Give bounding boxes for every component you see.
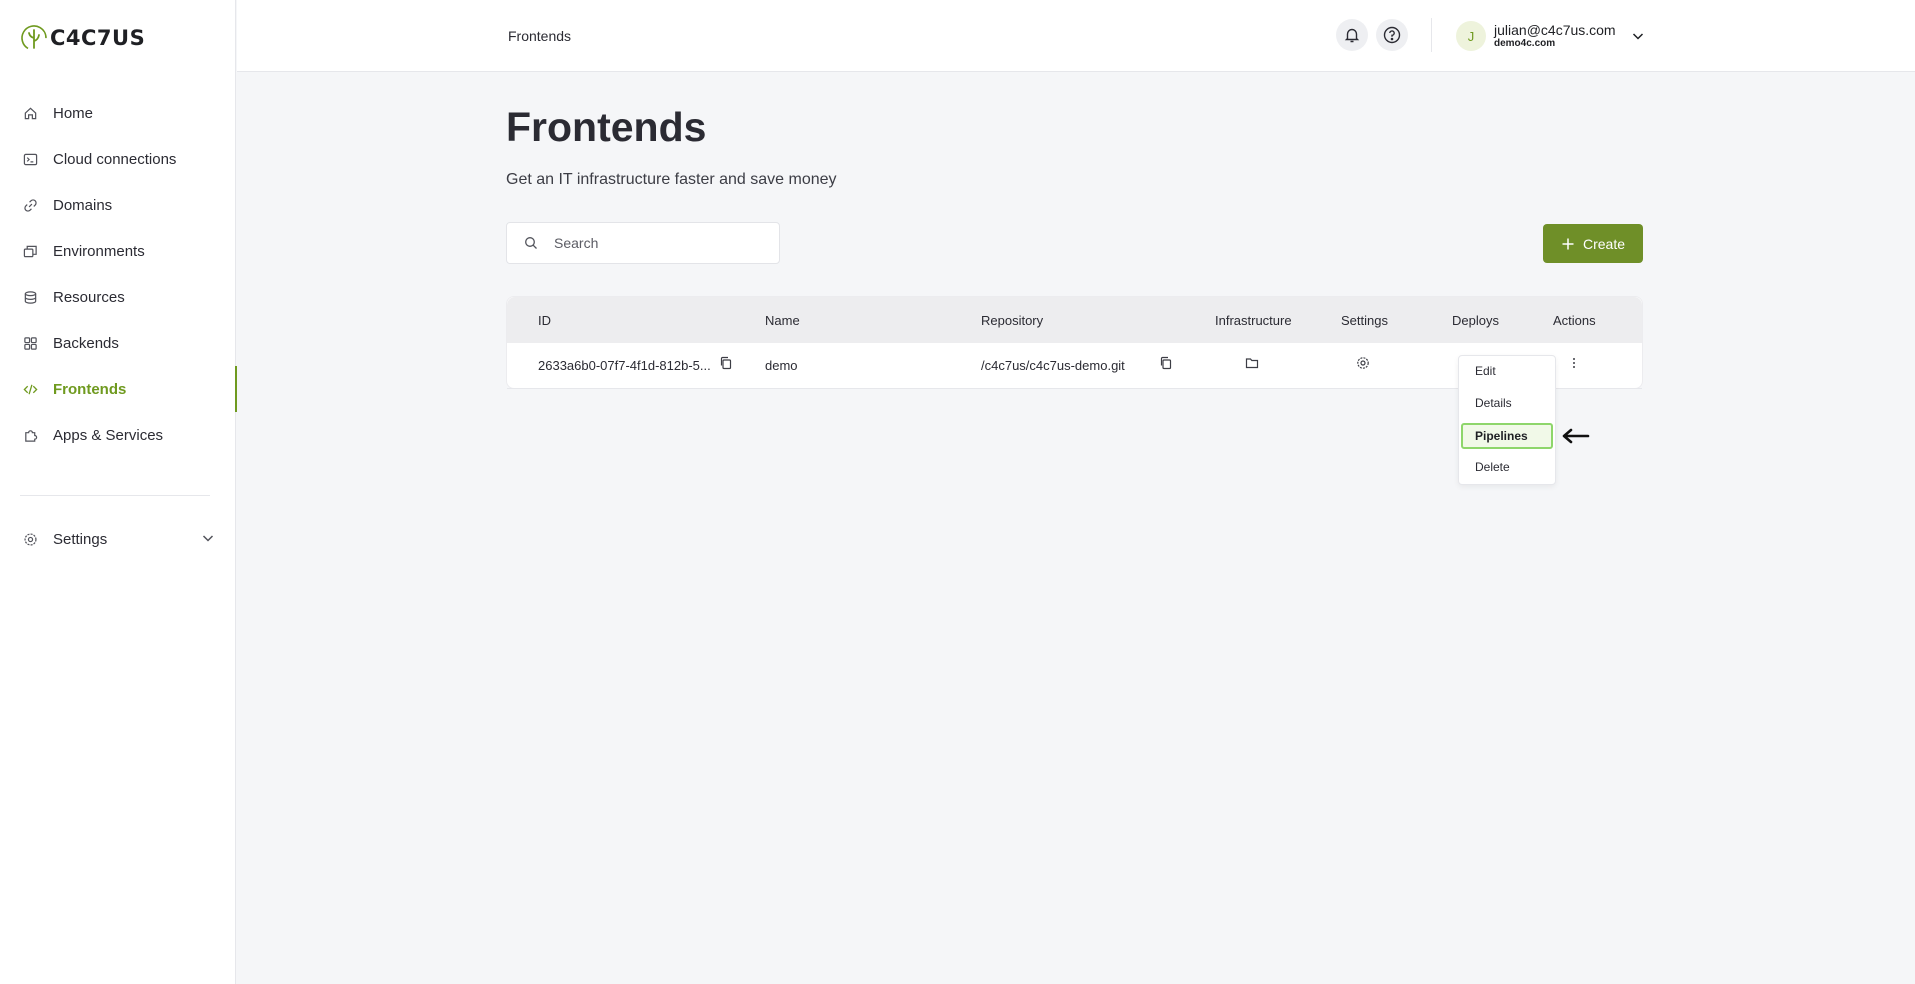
search-icon xyxy=(525,237,537,249)
menu-item-pipelines[interactable]: Pipelines xyxy=(1461,423,1553,449)
home-icon xyxy=(22,105,38,121)
menu-item-details[interactable]: Details xyxy=(1475,396,1512,410)
database-icon xyxy=(22,289,38,305)
column-header-deploys: Deploys xyxy=(1452,313,1499,328)
sidebar-item-resources[interactable]: Resources xyxy=(0,274,236,320)
user-email[interactable]: julian@c4c7us.com xyxy=(1494,22,1616,38)
notifications-button[interactable] xyxy=(1336,19,1368,51)
row-name: demo xyxy=(765,358,798,373)
chevron-down-icon[interactable] xyxy=(1630,28,1646,44)
top-bar: Frontends J julian@c4c7us.com demo4c.com xyxy=(237,0,1915,72)
column-header-id: ID xyxy=(538,313,551,328)
bell-icon xyxy=(1344,28,1360,43)
sidebar-item-frontends[interactable]: Frontends xyxy=(0,366,237,412)
menu-item-edit[interactable]: Edit xyxy=(1475,364,1496,378)
gear-icon[interactable] xyxy=(1355,355,1371,371)
puzzle-icon xyxy=(22,427,38,443)
cactus-logo-icon xyxy=(21,25,47,51)
page-title: Frontends xyxy=(506,104,707,150)
pointer-arrow-icon xyxy=(1562,428,1590,444)
more-vertical-icon[interactable] xyxy=(1566,355,1582,371)
code-icon xyxy=(22,381,38,397)
sidebar-item-environments[interactable]: Environments xyxy=(0,228,236,274)
column-header-actions: Actions xyxy=(1553,313,1596,328)
layers-icon xyxy=(22,243,38,259)
row-id: 2633a6b0-07f7-4f1d-812b-5... xyxy=(538,358,711,373)
sidebar-item-label: Frontends xyxy=(53,380,127,398)
sidebar-item-label: Resources xyxy=(53,288,125,306)
sidebar-divider xyxy=(20,495,210,496)
grid-icon xyxy=(22,335,38,351)
sidebar-item-label: Cloud connections xyxy=(53,150,177,168)
create-button-label: Create xyxy=(1582,235,1626,252)
search-box[interactable] xyxy=(506,222,780,264)
plus-icon xyxy=(1562,238,1574,249)
sidebar-nav: Home Cloud connections Domains Environme… xyxy=(0,90,237,458)
gear-icon xyxy=(22,531,38,547)
sidebar-item-home[interactable]: Home xyxy=(0,90,236,136)
sidebar-item-cloud-connections[interactable]: Cloud connections xyxy=(0,136,236,182)
page-subtitle: Get an IT infrastructure faster and save… xyxy=(506,171,837,188)
actions-dropdown-menu: Edit Details Pipelines Delete xyxy=(1458,355,1556,485)
sidebar-item-domains[interactable]: Domains xyxy=(0,182,236,228)
sidebar: C4C7US Home Cloud connections Domains En… xyxy=(0,0,237,984)
user-org: demo4c.com xyxy=(1494,38,1556,49)
column-header-infrastructure: Infrastructure xyxy=(1215,313,1292,328)
chevron-down-icon[interactable] xyxy=(200,530,216,546)
sidebar-item-apps-services[interactable]: Apps & Services xyxy=(0,412,236,458)
column-header-name: Name xyxy=(765,313,800,328)
topbar-divider xyxy=(1431,18,1432,52)
brand-name: C4C7US xyxy=(50,26,146,50)
menu-item-delete[interactable]: Delete xyxy=(1475,460,1510,474)
column-header-settings: Settings xyxy=(1341,313,1388,328)
avatar[interactable]: J xyxy=(1456,21,1486,51)
copy-repository-icon[interactable] xyxy=(1158,355,1174,371)
sidebar-item-label: Apps & Services xyxy=(53,426,164,444)
sidebar-item-label: Settings xyxy=(53,530,108,548)
sidebar-item-label: Environments xyxy=(53,242,145,260)
brand-logo[interactable]: C4C7US xyxy=(20,24,145,52)
breadcrumb[interactable]: Frontends xyxy=(508,28,571,44)
help-circle-icon xyxy=(1383,26,1401,44)
sidebar-item-label: Home xyxy=(53,104,94,122)
terminal-icon xyxy=(22,151,38,167)
copy-id-icon[interactable] xyxy=(718,355,734,371)
help-button[interactable] xyxy=(1376,19,1408,51)
link-icon xyxy=(22,197,38,213)
sidebar-item-settings[interactable]: Settings xyxy=(0,516,236,562)
sidebar-item-label: Domains xyxy=(53,196,113,214)
folder-icon[interactable] xyxy=(1244,355,1260,371)
sidebar-item-label: Backends xyxy=(53,334,119,352)
row-repository: /c4c7us/c4c7us-demo.git xyxy=(981,358,1125,373)
column-header-repository: Repository xyxy=(981,313,1044,328)
search-input[interactable] xyxy=(554,223,774,263)
sidebar-item-backends[interactable]: Backends xyxy=(0,320,236,366)
create-button[interactable]: Create xyxy=(1543,224,1643,263)
table-header: ID Name Repository Infrastructure Settin… xyxy=(507,297,1642,343)
